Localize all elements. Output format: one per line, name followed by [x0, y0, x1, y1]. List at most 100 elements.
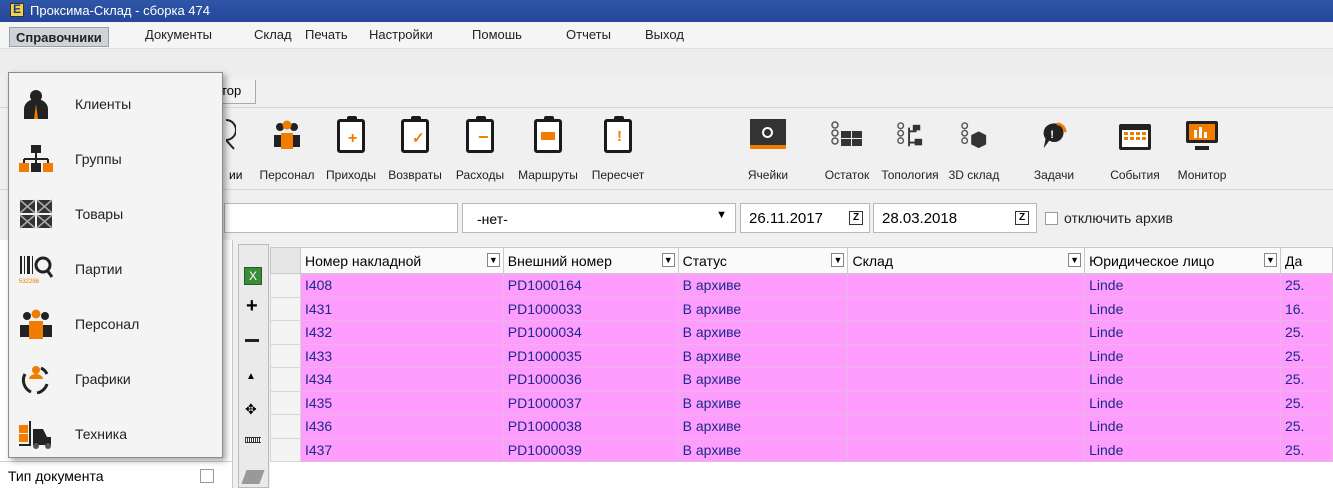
menu-pechat[interactable]: Печать: [305, 27, 348, 42]
table-cell[interactable]: В архиве: [677, 390, 849, 415]
table-cell[interactable]: I408: [299, 273, 504, 298]
menu-vykhod[interactable]: Выход: [645, 27, 684, 42]
barcode-icon[interactable]: [245, 437, 261, 443]
menu-item-batches[interactable]: 532286 Партии: [9, 242, 222, 296]
table-cell[interactable]: I431: [299, 296, 504, 321]
table-cell[interactable]: Linde: [1084, 273, 1281, 298]
column-header[interactable]: Статус ▼: [677, 247, 849, 274]
table-cell[interactable]: В архиве: [677, 320, 849, 345]
table-cell[interactable]: Linde: [1084, 343, 1281, 368]
table-cell[interactable]: Linde: [1084, 414, 1281, 439]
row-selector[interactable]: [270, 437, 301, 462]
table-cell[interactable]: 25.: [1279, 320, 1333, 345]
column-header[interactable]: Да: [1279, 247, 1333, 274]
table-cell[interactable]: Linde: [1084, 296, 1281, 321]
row-selector[interactable]: [270, 296, 301, 321]
table-cell[interactable]: [847, 320, 1086, 345]
table-cell[interactable]: PD1000038: [502, 414, 679, 439]
toolbar-pereschet[interactable]: ! Пересчет: [584, 113, 652, 189]
table-cell[interactable]: Linde: [1084, 320, 1281, 345]
table-cell[interactable]: PD1000034: [502, 320, 679, 345]
menu-spravochniki[interactable]: Справочники: [9, 27, 109, 47]
table-row[interactable]: I435 PD1000037 В архиве Linde 25.: [270, 390, 1333, 415]
refresh-icon[interactable]: ✥: [245, 401, 257, 418]
column-header[interactable]: Склад ▼: [847, 247, 1086, 274]
toolbar-prikhody[interactable]: + Приходы: [320, 113, 382, 189]
table-cell[interactable]: В архиве: [677, 273, 849, 298]
table-cell[interactable]: В архиве: [677, 437, 849, 462]
table-cell[interactable]: PD1000039: [502, 437, 679, 462]
column-header[interactable]: Внешний номер ▼: [502, 247, 679, 274]
table-cell[interactable]: [847, 343, 1086, 368]
column-header[interactable]: Номер накладной ▼: [299, 247, 504, 274]
table-cell[interactable]: PD1000164: [502, 273, 679, 298]
tab-monitor[interactable]: тор: [218, 80, 256, 104]
chevron-down-icon[interactable]: ▼: [661, 253, 675, 267]
chevron-down-icon[interactable]: ▼: [1068, 253, 1082, 267]
table-cell[interactable]: В архиве: [677, 367, 849, 392]
table-row[interactable]: I434 PD1000036 В архиве Linde 25.: [270, 367, 1333, 392]
table-cell[interactable]: I435: [299, 390, 504, 415]
row-selector[interactable]: [270, 367, 301, 392]
menu-pomosh[interactable]: Помошь: [472, 27, 522, 42]
row-selector[interactable]: [270, 320, 301, 345]
table-cell[interactable]: 25.: [1279, 437, 1333, 462]
table-cell[interactable]: 25.: [1279, 414, 1333, 439]
table-cell[interactable]: I433: [299, 343, 504, 368]
menu-item-schedules[interactable]: Графики: [9, 352, 222, 406]
table-cell[interactable]: PD1000035: [502, 343, 679, 368]
row-selector[interactable]: [270, 343, 301, 368]
date-to-field[interactable]: 28.03.2018 Z: [873, 203, 1037, 233]
menu-item-groups[interactable]: Группы: [9, 132, 222, 186]
toolbar-yacheyki[interactable]: Ячейки: [740, 113, 796, 189]
toolbar-marshruty[interactable]: Маршруты: [512, 113, 584, 189]
table-cell[interactable]: PD1000036: [502, 367, 679, 392]
table-cell[interactable]: [847, 296, 1086, 321]
table-cell[interactable]: В архиве: [677, 414, 849, 439]
table-cell[interactable]: [847, 367, 1086, 392]
table-cell[interactable]: Linde: [1084, 390, 1281, 415]
menu-nastroyki[interactable]: Настройки: [369, 27, 433, 42]
toolbar-monitor[interactable]: Монитор: [1168, 113, 1236, 189]
row-selector[interactable]: [270, 273, 301, 298]
toolbar-zadachi[interactable]: ! Задачи: [1028, 113, 1080, 189]
toolbar-topologiya[interactable]: Топология: [876, 113, 944, 189]
table-cell[interactable]: [847, 273, 1086, 298]
row-selector[interactable]: [270, 390, 301, 415]
table-row[interactable]: I433 PD1000035 В архиве Linde 25.: [270, 343, 1333, 368]
chevron-down-icon[interactable]: ▼: [486, 253, 500, 267]
document-type-checkbox[interactable]: [200, 469, 214, 483]
chevron-down-icon[interactable]: ▼: [1263, 253, 1277, 267]
table-cell[interactable]: PD1000033: [502, 296, 679, 321]
date-from-field[interactable]: 26.11.2017 Z: [740, 203, 870, 233]
archive-checkbox[interactable]: [1045, 212, 1058, 225]
table-row[interactable]: I408 PD1000164 В архиве Linde 25.: [270, 273, 1333, 298]
toolbar-vozvraty[interactable]: ✓ Возвраты: [382, 113, 448, 189]
table-cell[interactable]: I436: [299, 414, 504, 439]
eraser-icon[interactable]: [241, 470, 265, 484]
menu-dokumenty[interactable]: Документы: [145, 27, 212, 42]
menu-item-clients[interactable]: Клиенты: [9, 77, 222, 131]
table-cell[interactable]: 16.: [1279, 296, 1333, 321]
calendar-picker-icon[interactable]: Z: [1015, 211, 1029, 225]
add-row-icon[interactable]: +: [246, 295, 258, 318]
column-header[interactable]: Юридическое лицо ▼: [1084, 247, 1281, 274]
table-cell[interactable]: [847, 390, 1086, 415]
table-row[interactable]: I436 PD1000038 В архиве Linde 25.: [270, 414, 1333, 439]
table-cell[interactable]: 25.: [1279, 390, 1333, 415]
toolbar-personal[interactable]: Персонал: [254, 113, 320, 189]
menu-sklad[interactable]: Склад: [254, 27, 292, 42]
table-cell[interactable]: 25.: [1279, 343, 1333, 368]
menu-otchety[interactable]: Отчеты: [566, 27, 611, 42]
filter-select[interactable]: -нет- ▼: [462, 203, 736, 233]
toolbar-3d-sklad[interactable]: 3D склад: [944, 113, 1004, 189]
menu-item-staff[interactable]: Персонал: [9, 297, 222, 351]
toolbar-ostatok[interactable]: Остаток: [818, 113, 876, 189]
table-cell[interactable]: В архиве: [677, 343, 849, 368]
table-cell[interactable]: I437: [299, 437, 504, 462]
menu-item-equipment[interactable]: Техника: [9, 407, 222, 461]
menu-item-goods[interactable]: Товары: [9, 187, 222, 241]
table-cell[interactable]: [847, 414, 1086, 439]
table-cell[interactable]: I432: [299, 320, 504, 345]
table-row[interactable]: I432 PD1000034 В архиве Linde 25.: [270, 320, 1333, 345]
